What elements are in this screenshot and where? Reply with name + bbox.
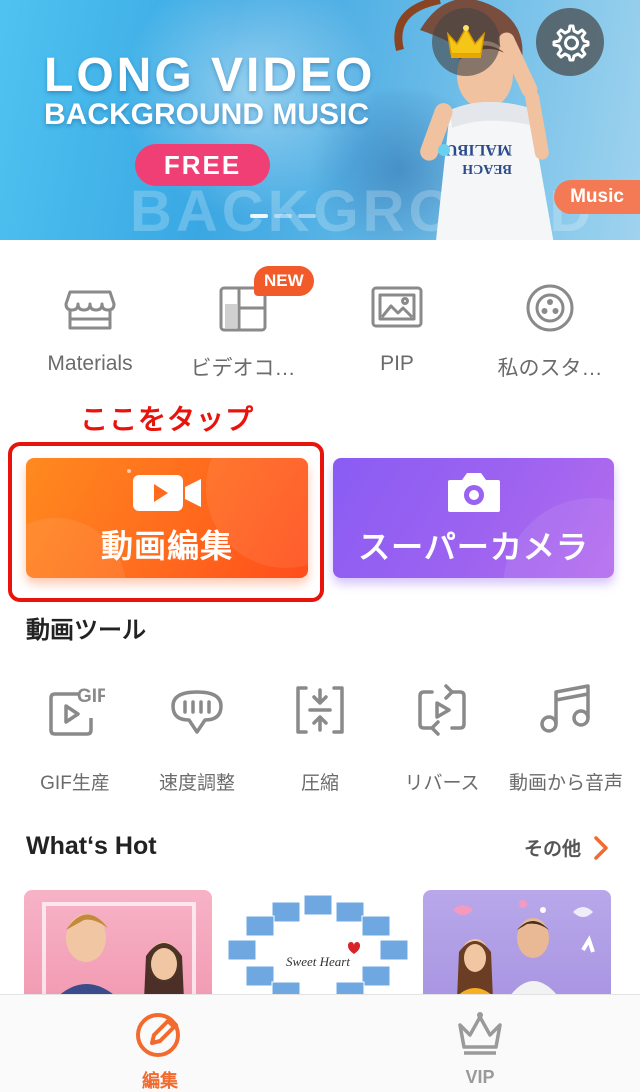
video-edit-label: 動画編集 bbox=[100, 528, 233, 564]
svg-text:BEACH: BEACH bbox=[462, 161, 512, 176]
tool-label: GIF生産 bbox=[40, 773, 110, 794]
bottom-tab-bar: 編集 VIP bbox=[0, 994, 640, 1092]
music-note-icon bbox=[540, 684, 590, 733]
banner-pagination bbox=[250, 214, 316, 218]
video-edit-button[interactable]: 動画編集 bbox=[26, 458, 308, 578]
couple-photo bbox=[42, 902, 196, 1000]
pencil-circle-icon bbox=[136, 1013, 180, 1057]
camera-icon bbox=[447, 473, 500, 512]
page-dot bbox=[250, 214, 268, 218]
quick-item-video-collage[interactable]: NEW ビデオコ… bbox=[168, 266, 318, 382]
tap-hint-text: ここをタップ bbox=[80, 404, 255, 435]
tool-label: 圧縮 bbox=[300, 773, 339, 794]
crown-outline-icon bbox=[458, 1012, 502, 1055]
quick-item-my-studio[interactable]: 私のスタ… bbox=[475, 270, 625, 382]
tool-extract-audio[interactable]: 動画から音声 bbox=[504, 680, 628, 795]
tab-vip[interactable]: VIP bbox=[320, 995, 640, 1092]
quick-label: ビデオコ… bbox=[190, 357, 296, 380]
hot-template-card[interactable] bbox=[24, 890, 212, 1000]
picture-in-picture-icon bbox=[371, 286, 423, 328]
vip-crown-button[interactable] bbox=[432, 8, 500, 76]
music-tag[interactable]: Music bbox=[554, 180, 640, 214]
video-tools-title: 動画ツール bbox=[26, 617, 146, 644]
page-dot bbox=[274, 214, 292, 218]
whats-hot-title: What‘s Hot bbox=[26, 832, 157, 860]
svg-text:GIF: GIF bbox=[77, 686, 105, 707]
tab-vip-label: VIP bbox=[465, 1067, 495, 1087]
svg-text:MALIBU: MALIBU bbox=[446, 141, 512, 158]
compress-icon bbox=[296, 686, 344, 734]
reverse-icon bbox=[418, 684, 466, 736]
store-icon bbox=[64, 290, 116, 330]
chevron-right-icon bbox=[594, 835, 608, 860]
quick-label: 私のスタ… bbox=[497, 357, 603, 380]
tool-gif[interactable]: GIF GIF生産 bbox=[13, 680, 137, 795]
hot-template-card[interactable]: Sweet Heart bbox=[224, 890, 412, 1000]
video-tools-list: GIF GIF生産 速度調整 圧縮 リバース 動画から音声 bbox=[0, 680, 640, 800]
hot-template-card[interactable] bbox=[423, 890, 611, 1000]
gif-icon: GIF bbox=[49, 686, 105, 736]
sweet-heart-collage: Sweet Heart bbox=[227, 894, 409, 1000]
tool-label: リバース bbox=[404, 773, 480, 794]
speed-gauge-icon bbox=[171, 690, 223, 734]
quick-label: Materials bbox=[47, 352, 133, 375]
tab-edit[interactable]: 編集 bbox=[0, 995, 320, 1092]
page-dot bbox=[298, 214, 316, 218]
gear-icon bbox=[552, 24, 590, 62]
new-badge: NEW bbox=[254, 266, 314, 296]
decor-circle bbox=[503, 498, 614, 578]
settings-button[interactable] bbox=[536, 8, 604, 76]
tool-label: 動画から音声 bbox=[508, 773, 623, 794]
tab-edit-label: 編集 bbox=[142, 1071, 178, 1091]
video-camera-icon bbox=[127, 469, 201, 511]
my-studio-icon bbox=[526, 284, 574, 332]
quick-menu: Materials NEW ビデオコ… PIP 私のスタ… bbox=[0, 266, 640, 390]
tool-reverse[interactable]: リバース bbox=[380, 680, 504, 795]
more-link[interactable]: その他 bbox=[524, 834, 609, 861]
quick-label: PIP bbox=[380, 352, 414, 375]
crown-icon bbox=[446, 25, 486, 58]
banner-title: LONG VIDEO bbox=[44, 49, 376, 102]
friends-photo bbox=[453, 900, 595, 1000]
thumb-caption: Sweet Heart bbox=[286, 954, 350, 969]
tool-speed[interactable]: 速度調整 bbox=[135, 680, 259, 795]
quick-item-materials[interactable]: Materials bbox=[15, 270, 165, 376]
banner-subtitle: BACKGROUND MUSIC bbox=[44, 98, 369, 131]
tool-label: 速度調整 bbox=[158, 773, 235, 794]
tool-compress[interactable]: 圧縮 bbox=[258, 680, 382, 795]
quick-item-pip[interactable]: PIP bbox=[322, 270, 472, 376]
more-label: その他 bbox=[524, 839, 582, 860]
free-badge: FREE bbox=[135, 144, 270, 186]
super-camera-button[interactable]: スーパーカメラ bbox=[333, 458, 614, 578]
